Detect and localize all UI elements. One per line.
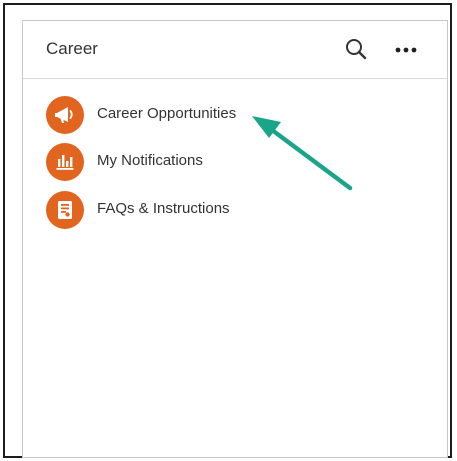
card-title: Career [46,39,98,58]
item-icon-badge [46,96,84,134]
list-item-my-notifications[interactable]: My Notifications [46,143,346,181]
bar-chart-icon [56,155,74,170]
item-label: My Notifications [97,152,203,169]
career-card: Career Career Opportunities My Notificat… [22,20,448,458]
item-label: Career Opportunities [97,105,237,122]
list-item-faqs-instructions[interactable]: FAQs & Instructions [46,191,346,229]
card-header: Career [23,21,447,79]
item-label: FAQs & Instructions [97,200,230,217]
megaphone-icon [55,107,73,123]
document-icon [58,201,72,219]
item-icon-badge [46,191,84,229]
item-icon-badge [46,143,84,181]
more-horizontal-icon [395,47,417,53]
list-item-career-opportunities[interactable]: Career Opportunities [46,96,346,134]
search-button[interactable] [341,34,371,64]
search-icon [346,39,367,60]
more-options-button[interactable] [391,34,421,64]
